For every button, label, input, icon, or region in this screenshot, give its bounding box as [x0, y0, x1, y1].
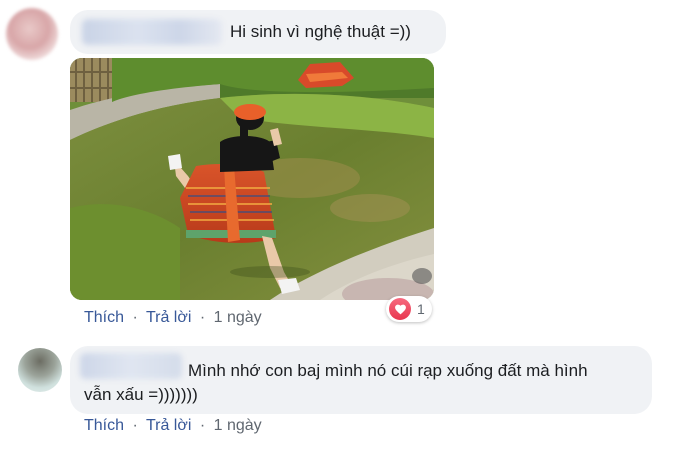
comment-timestamp[interactable]: 1 ngày [214, 309, 262, 326]
comment-text-line2: vẫn xấu =))))))) [84, 385, 198, 404]
comment-photo[interactable] [70, 58, 434, 300]
comment-actions: Thích · Trả lời · 1 ngày [84, 417, 262, 435]
reaction-badge[interactable]: 1 [386, 296, 432, 322]
heart-icon [389, 298, 411, 320]
reply-link[interactable]: Trả lời [146, 309, 191, 326]
separator: · [132, 417, 138, 434]
separator: · [199, 309, 206, 326]
separator: · [132, 309, 138, 326]
commenter-avatar[interactable] [18, 348, 62, 392]
like-link[interactable]: Thích [84, 417, 124, 434]
reply-link[interactable]: Trả lời [146, 417, 191, 434]
comment-timestamp[interactable]: 1 ngày [214, 417, 262, 434]
reaction-count: 1 [417, 301, 425, 317]
comment-text-line1: Mình nhớ con baj mình nó cúi rạp xuống đ… [188, 361, 588, 380]
separator: · [199, 417, 206, 434]
commenter-name-blurred[interactable] [80, 353, 182, 379]
commenter-avatar[interactable] [6, 8, 58, 60]
comment-text: Hi sinh vì nghệ thuật =)) [230, 22, 411, 41]
commenter-name-blurred[interactable] [82, 19, 222, 45]
like-link[interactable]: Thích [84, 309, 124, 326]
photo-image [70, 58, 434, 300]
heart-glyph [394, 304, 406, 315]
comment-actions: Thích · Trả lời · 1 ngày [84, 309, 262, 327]
